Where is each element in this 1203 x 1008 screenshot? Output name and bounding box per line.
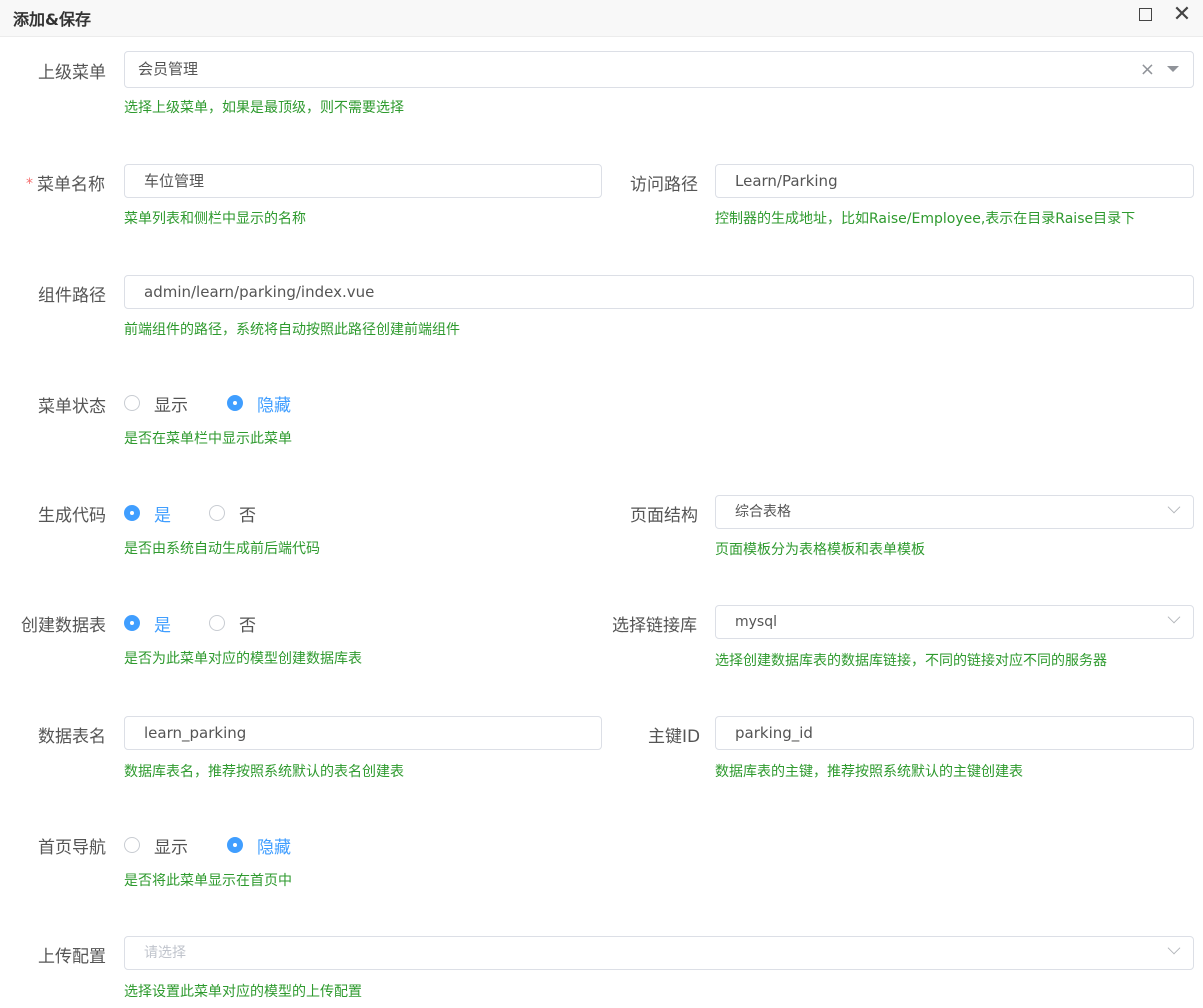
clear-icon[interactable]: × [1140,52,1155,87]
parent-menu-value: 会员管理 [138,60,199,78]
db-connection-label: 选择链接库 [612,616,697,636]
table-name-label: 数据表名 [38,727,106,747]
menu-name-label: * 菜单名称 [26,175,105,195]
primary-key-input[interactable]: parking_id [715,716,1194,750]
create-table-label: 创建数据表 [21,616,106,636]
page-structure-label: 页面结构 [630,506,698,526]
dialog-header: 添加&保存 ✕ [0,0,1203,37]
page-structure-hint: 页面模板分为表格模板和表单模板 [715,542,925,558]
route-path-input[interactable]: Learn/Parking [715,164,1194,198]
upload-config-placeholder: 请选择 [144,945,186,961]
menu-status-hint: 是否在菜单栏中显示此菜单 [124,431,292,447]
upload-config-label: 上传配置 [38,947,106,967]
chevron-down-icon [1167,500,1181,514]
table-name-hint: 数据库表名，推荐按照系统默认的表名创建表 [124,764,404,780]
db-connection-value: mysql [735,614,777,630]
route-path-label: 访问路径 [630,175,698,195]
generate-code-hint: 是否由系统自动生成前后端代码 [124,541,320,557]
component-path-hint: 前端组件的路径，系统将自动按照此路径创建前端组件 [124,322,460,338]
menu-name-hint: 菜单列表和侧栏中显示的名称 [124,211,306,227]
component-path-input[interactable]: admin/learn/parking/index.vue [124,275,1194,309]
maximize-icon[interactable] [1136,6,1156,26]
primary-key-hint: 数据库表的主键，推荐按照系统默认的主键创建表 [715,764,1023,780]
menu-status-label: 菜单状态 [38,397,106,417]
upload-config-select[interactable]: 请选择 [124,936,1194,970]
route-path-hint: 控制器的生成地址，比如Raise/Employee,表示在目录Raise目录下 [715,211,1136,227]
parent-menu-hint: 选择上级菜单，如果是最顶级，则不需要选择 [124,100,404,116]
table-name-input[interactable]: learn_parking [124,716,602,750]
component-path-label: 组件路径 [38,286,106,306]
chevron-down-icon [1167,610,1181,624]
menu-name-input[interactable]: 车位管理 [124,164,602,198]
dialog-title: 添加&保存 [13,10,91,29]
primary-key-label: 主键ID [648,727,701,747]
home-nav-hint: 是否将此菜单显示在首页中 [124,873,292,889]
db-connection-hint: 选择创建数据库表的数据库链接，不同的链接对应不同的服务器 [715,653,1107,669]
parent-menu-select[interactable]: 会员管理 × [124,51,1194,88]
upload-config-hint: 选择设置此菜单对应的模型的上传配置 [124,984,362,1000]
page-structure-value: 综合表格 [735,504,791,520]
caret-down-icon [1167,66,1179,72]
parent-menu-label: 上级菜单 [38,63,106,83]
home-nav-label: 首页导航 [38,838,106,858]
generate-code-label: 生成代码 [38,506,106,526]
required-mark: * [26,176,33,192]
page-structure-select[interactable]: 综合表格 [715,495,1194,529]
close-icon[interactable]: ✕ [1172,4,1192,26]
chevron-down-icon [1167,941,1181,955]
db-connection-select[interactable]: mysql [715,605,1194,639]
create-table-hint: 是否为此菜单对应的模型创建数据库表 [124,651,362,667]
